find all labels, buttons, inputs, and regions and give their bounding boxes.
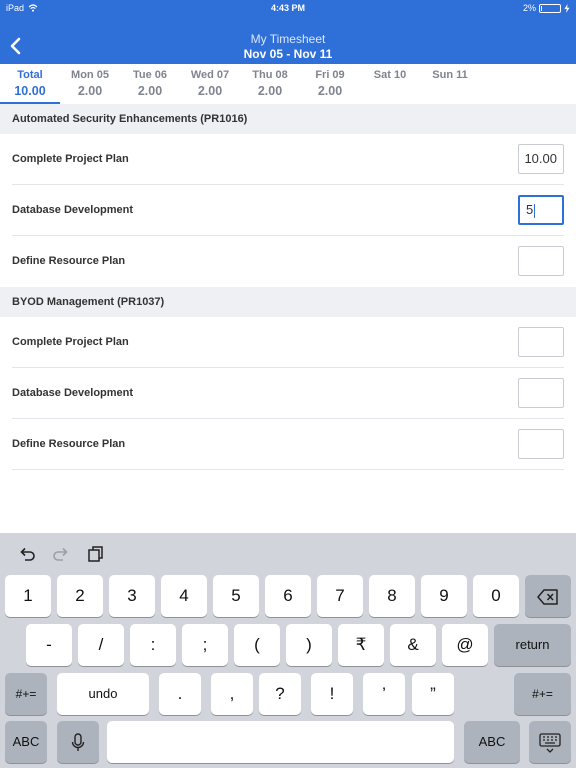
key-open-paren[interactable]: ( bbox=[234, 624, 280, 666]
key-6[interactable]: 6 bbox=[265, 575, 311, 617]
key-semicolon[interactable]: ; bbox=[182, 624, 228, 666]
return-key[interactable]: return bbox=[494, 624, 571, 666]
tab-hours: 2.00 bbox=[197, 84, 223, 98]
charging-icon bbox=[564, 3, 570, 13]
symbols-key-left[interactable]: #+= bbox=[5, 673, 47, 715]
key-at[interactable]: @ bbox=[442, 624, 488, 666]
key-7[interactable]: 7 bbox=[317, 575, 363, 617]
tab-hours: 2.00 bbox=[77, 84, 103, 98]
status-bar: iPad 4:43 PM 2% bbox=[0, 0, 576, 16]
backspace-icon bbox=[537, 588, 558, 605]
key-comma[interactable]: , bbox=[211, 673, 253, 715]
task-row: Complete Project Plan 10.00 bbox=[0, 134, 576, 185]
symbols-key-right[interactable]: #+= bbox=[514, 673, 571, 715]
task-name: Database Development bbox=[12, 387, 134, 399]
date-range: Nov 05 - Nov 11 bbox=[243, 47, 333, 61]
tab-sun[interactable]: Sun 11 bbox=[420, 64, 480, 104]
tab-day-label: Fri 09 bbox=[315, 69, 345, 81]
hours-input[interactable] bbox=[518, 246, 564, 276]
key-0[interactable]: 0 bbox=[473, 575, 519, 617]
task-name: Define Resource Plan bbox=[12, 438, 126, 450]
key-close-paren[interactable]: ) bbox=[286, 624, 332, 666]
tab-hours: 10.00 bbox=[14, 84, 46, 98]
hours-input[interactable] bbox=[518, 429, 564, 459]
hours-input[interactable] bbox=[518, 327, 564, 357]
key-2[interactable]: 2 bbox=[57, 575, 103, 617]
row-divider bbox=[12, 469, 564, 470]
nav-header: iPad 4:43 PM 2% My Timesheet Nov 05 - No… bbox=[0, 0, 576, 64]
header-title-block: My Timesheet Nov 05 - Nov 11 bbox=[0, 32, 576, 61]
abc-key-right[interactable]: ABC bbox=[464, 721, 520, 763]
key-period[interactable]: . bbox=[159, 673, 201, 715]
task-name: Define Resource Plan bbox=[12, 255, 126, 267]
abc-key-left[interactable]: ABC bbox=[5, 721, 47, 763]
status-time: 4:43 PM bbox=[270, 3, 305, 13]
tab-day-label: Tue 06 bbox=[132, 69, 168, 81]
space-key[interactable] bbox=[107, 721, 454, 763]
microphone-icon bbox=[71, 732, 85, 751]
tab-day-label: Mon 05 bbox=[71, 69, 109, 81]
key-slash[interactable]: / bbox=[78, 624, 124, 666]
project-header: Automated Security Enhancements (PR1016) bbox=[0, 104, 576, 134]
key-4[interactable]: 4 bbox=[161, 575, 207, 617]
hours-input-focused[interactable]: 5 bbox=[518, 195, 564, 225]
tab-wed[interactable]: Wed 07 2.00 bbox=[180, 64, 240, 104]
task-name: Complete Project Plan bbox=[12, 153, 129, 165]
key-quote[interactable]: ” bbox=[412, 673, 454, 715]
tab-mon[interactable]: Mon 05 2.00 bbox=[60, 64, 120, 104]
tab-hours: 2.00 bbox=[317, 84, 343, 98]
tab-fri[interactable]: Fri 09 2.00 bbox=[300, 64, 360, 104]
tab-day-label: Total bbox=[17, 69, 43, 81]
tab-day-label: Wed 07 bbox=[190, 69, 230, 81]
backspace-key[interactable] bbox=[525, 575, 571, 617]
task-name: Complete Project Plan bbox=[12, 336, 129, 348]
undo-icon[interactable] bbox=[17, 544, 37, 564]
text-cursor bbox=[534, 203, 536, 218]
paste-icon[interactable] bbox=[86, 544, 106, 564]
input-value: 5 bbox=[526, 202, 534, 217]
task-row: Complete Project Plan bbox=[0, 317, 576, 368]
keyboard-dismiss-icon bbox=[539, 732, 561, 753]
battery-percent: 2% bbox=[522, 3, 536, 13]
battery-icon bbox=[539, 3, 561, 13]
task-row: Database Development 5 bbox=[0, 185, 576, 236]
tab-hours: 2.00 bbox=[257, 84, 283, 98]
task-row: Define Resource Plan bbox=[0, 236, 576, 287]
key-hyphen[interactable]: - bbox=[26, 624, 72, 666]
key-ampersand[interactable]: & bbox=[390, 624, 436, 666]
tab-day-label: Sat 10 bbox=[373, 69, 407, 81]
key-question[interactable]: ? bbox=[259, 673, 301, 715]
tab-day-label: Sun 11 bbox=[432, 69, 468, 81]
key-1[interactable]: 1 bbox=[5, 575, 51, 617]
key-8[interactable]: 8 bbox=[369, 575, 415, 617]
day-tabs: Total 10.00 Mon 05 2.00 Tue 06 2.00 Wed … bbox=[0, 64, 576, 104]
tab-tue[interactable]: Tue 06 2.00 bbox=[120, 64, 180, 104]
page-title: My Timesheet bbox=[250, 32, 326, 46]
key-rupee[interactable]: ₹ bbox=[338, 624, 384, 666]
tab-thu[interactable]: Thu 08 2.00 bbox=[240, 64, 300, 104]
hours-input[interactable] bbox=[518, 378, 564, 408]
task-row: Define Resource Plan bbox=[0, 419, 576, 470]
key-exclamation[interactable]: ! bbox=[311, 673, 353, 715]
redo-icon[interactable] bbox=[51, 544, 71, 564]
keyboard-dismiss-key[interactable] bbox=[529, 721, 571, 763]
key-apostrophe[interactable]: ’ bbox=[363, 673, 405, 715]
hours-input[interactable]: 10.00 bbox=[518, 144, 564, 174]
dictation-key[interactable] bbox=[57, 721, 99, 763]
keyboard-shortcut-bar bbox=[0, 533, 576, 575]
key-9[interactable]: 9 bbox=[421, 575, 467, 617]
tab-total[interactable]: Total 10.00 bbox=[0, 64, 60, 104]
key-5[interactable]: 5 bbox=[213, 575, 259, 617]
task-row: Database Development bbox=[0, 368, 576, 419]
key-colon[interactable]: : bbox=[130, 624, 176, 666]
tab-day-label: Thu 08 bbox=[252, 69, 288, 81]
project-header: BYOD Management (PR1037) bbox=[0, 287, 576, 317]
onscreen-keyboard: 1 2 3 4 5 6 7 8 9 0 - / : ; ( ) ₹ & @ re… bbox=[0, 533, 576, 768]
task-name: Database Development bbox=[12, 204, 134, 216]
tab-sat[interactable]: Sat 10 bbox=[360, 64, 420, 104]
tab-hours: 2.00 bbox=[137, 84, 163, 98]
key-3[interactable]: 3 bbox=[109, 575, 155, 617]
undo-key[interactable]: undo bbox=[57, 673, 149, 715]
